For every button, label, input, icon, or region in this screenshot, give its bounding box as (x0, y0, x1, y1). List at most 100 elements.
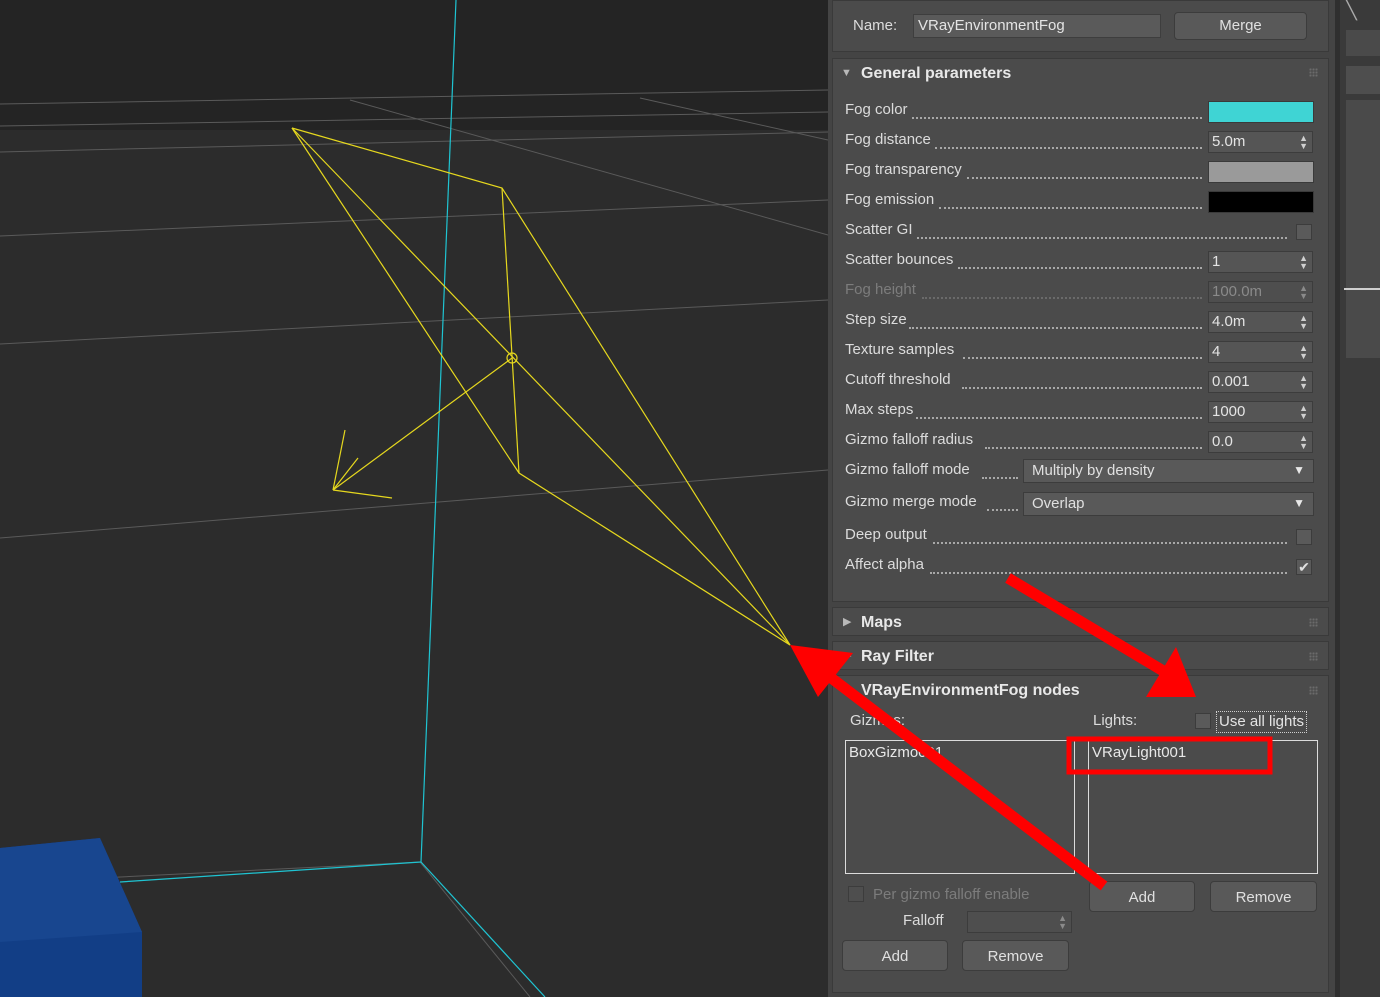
fog-distance-spinner[interactable]: 5.0m ▲ ▼ (1208, 131, 1313, 153)
side-tab-1[interactable] (1346, 30, 1380, 56)
rollout-grip-icon[interactable] (1309, 686, 1318, 695)
ray-filter-rollout[interactable]: ▶ Ray Filter (832, 641, 1329, 670)
scatter-gi-label: Scatter GI (845, 221, 913, 238)
spinner-arrows-icon[interactable]: ▲ ▼ (1299, 134, 1308, 151)
leader-dots (930, 558, 1287, 574)
affect-alpha-label: Affect alpha (845, 556, 924, 573)
spinner-arrows-icon[interactable]: ▲ ▼ (1299, 404, 1308, 421)
side-tab-2[interactable] (1346, 66, 1380, 94)
maps-title[interactable]: Maps (861, 614, 902, 632)
spinner-arrows-icon[interactable]: ▲ ▼ (1299, 374, 1308, 391)
per-gizmo-falloff-label: Per gizmo falloff enable (873, 886, 1030, 903)
gizmo-falloff-mode-dropdown[interactable]: Multiply by density ▼ (1023, 459, 1314, 483)
gizmos-label: Gizmos: (850, 712, 906, 729)
spinner-arrows-icon[interactable]: ▲ ▼ (1299, 254, 1308, 271)
step-size-spinner[interactable]: 4.0m ▲ ▼ (1208, 311, 1313, 333)
spinner-arrows-icon[interactable]: ▲ ▼ (1299, 434, 1308, 451)
gizmos-add-button[interactable]: Add (842, 940, 948, 971)
gizmo-falloff-radius-value: 0.0 (1212, 433, 1233, 450)
spinner-arrows-icon: ▲ ▼ (1058, 913, 1067, 931)
gizmo-falloff-mode-value: Multiply by density (1032, 462, 1155, 479)
fog-transparency-label: Fog transparency (845, 161, 962, 178)
collapse-triangle-icon[interactable]: ▼ (841, 67, 852, 79)
leader-dots (985, 433, 1202, 449)
gizmo-falloff-radius-spinner[interactable]: 0.0 ▲ ▼ (1208, 431, 1313, 453)
gizmos-remove-button[interactable]: Remove (962, 940, 1069, 971)
rollout-grip-icon[interactable] (1309, 618, 1318, 627)
lights-remove-button[interactable]: Remove (1210, 881, 1317, 912)
general-parameters-title[interactable]: General parameters (861, 65, 1011, 83)
texture-samples-spinner[interactable]: 4 ▲ ▼ (1208, 341, 1313, 363)
scatter-bounces-spinner[interactable]: 1 ▲ ▼ (1208, 251, 1313, 273)
falloff-spinner: ▲ ▼ (967, 911, 1072, 933)
fog-height-label: Fog height (845, 281, 916, 298)
list-item[interactable]: BoxGizmo001 (849, 744, 943, 761)
deep-output-checkbox[interactable] (1296, 529, 1312, 545)
dropdown-caret-icon: ▼ (1293, 463, 1305, 477)
fog-height-spinner: 100.0m ▲ ▼ (1208, 281, 1313, 303)
max-steps-spinner[interactable]: 1000 ▲ ▼ (1208, 401, 1313, 423)
leader-dots (962, 373, 1202, 389)
leader-dots (935, 133, 1202, 149)
spinner-arrows-icon[interactable]: ▲ ▼ (1299, 314, 1308, 331)
name-field[interactable]: VRayEnvironmentFog (913, 14, 1161, 38)
lights-add-button[interactable]: Add (1089, 881, 1195, 912)
ray-filter-title[interactable]: Ray Filter (861, 648, 934, 666)
lights-list[interactable]: VRayLight001 (1088, 740, 1318, 874)
list-item[interactable]: VRayLight001 (1092, 744, 1186, 761)
viewport-scene (0, 0, 828, 997)
step-size-label: Step size (845, 311, 907, 328)
name-value: VRayEnvironmentFog (918, 17, 1065, 34)
side-tab-3[interactable] (1346, 100, 1380, 358)
use-all-lights-checkbox[interactable] (1195, 713, 1211, 729)
spinner-arrows-icon: ▲ ▼ (1299, 283, 1308, 301)
merge-button[interactable]: Merge (1174, 12, 1307, 40)
per-gizmo-falloff-checkbox (848, 886, 864, 902)
fog-transparency-swatch[interactable] (1208, 161, 1314, 183)
leader-dots (967, 163, 1202, 179)
side-divider (1344, 288, 1380, 290)
dropdown-caret-icon: ▼ (1293, 496, 1305, 510)
gizmo-merge-mode-value: Overlap (1032, 495, 1085, 512)
texture-samples-value: 4 (1212, 343, 1221, 360)
spinner-arrows-icon[interactable]: ▲ ▼ (1299, 344, 1308, 361)
leader-dots (963, 343, 1202, 359)
tool-icon[interactable]: ╲ (1346, 0, 1357, 21)
leader-dots (933, 528, 1287, 544)
leader-dots (982, 463, 1018, 479)
leader-dots (922, 283, 1202, 299)
name-rollout: Name: VRayEnvironmentFog Merge (832, 0, 1329, 52)
maps-rollout[interactable]: ▶ Maps (832, 607, 1329, 636)
lights-label: Lights: (1093, 712, 1138, 729)
gizmo-falloff-radius-label: Gizmo falloff radius (845, 431, 974, 448)
fog-distance-value: 5.0m (1212, 133, 1246, 150)
leader-dots (912, 103, 1202, 119)
side-toolbar: ╲ (1340, 0, 1380, 997)
rollout-grip-icon[interactable] (1309, 68, 1318, 77)
cutoff-threshold-spinner[interactable]: 0.001 ▲ ▼ (1208, 371, 1313, 393)
gizmo-merge-mode-label: Gizmo merge mode (845, 493, 977, 510)
fog-color-swatch[interactable] (1208, 101, 1314, 123)
expand-triangle-icon[interactable]: ▶ (843, 649, 851, 662)
fog-emission-label: Fog emission (845, 191, 935, 208)
leader-dots (916, 403, 1202, 419)
fog-distance-label: Fog distance (845, 131, 931, 148)
fog-height-value: 100.0m (1212, 283, 1263, 300)
gizmos-list[interactable]: BoxGizmo001 (845, 740, 1075, 874)
affect-alpha-checkbox[interactable]: ✔ (1296, 559, 1312, 575)
fog-nodes-title[interactable]: VRayEnvironmentFog nodes (861, 682, 1080, 700)
use-all-lights-focus[interactable]: Use all lights (1216, 711, 1308, 733)
leader-dots (987, 495, 1018, 511)
deep-output-label: Deep output (845, 526, 927, 543)
scatter-bounces-value: 1 (1212, 253, 1221, 270)
fog-emission-swatch[interactable] (1208, 191, 1314, 213)
expand-triangle-icon[interactable]: ▶ (843, 615, 851, 628)
leader-dots (958, 253, 1202, 269)
3d-viewport[interactable] (0, 0, 828, 997)
step-size-value: 4.0m (1212, 313, 1246, 330)
gizmo-merge-mode-dropdown[interactable]: Overlap ▼ (1023, 492, 1314, 516)
scatter-gi-checkbox[interactable] (1296, 224, 1312, 240)
scatter-bounces-label: Scatter bounces (845, 251, 954, 268)
rollout-grip-icon[interactable] (1309, 652, 1318, 661)
use-all-lights-label: Use all lights (1219, 713, 1305, 730)
